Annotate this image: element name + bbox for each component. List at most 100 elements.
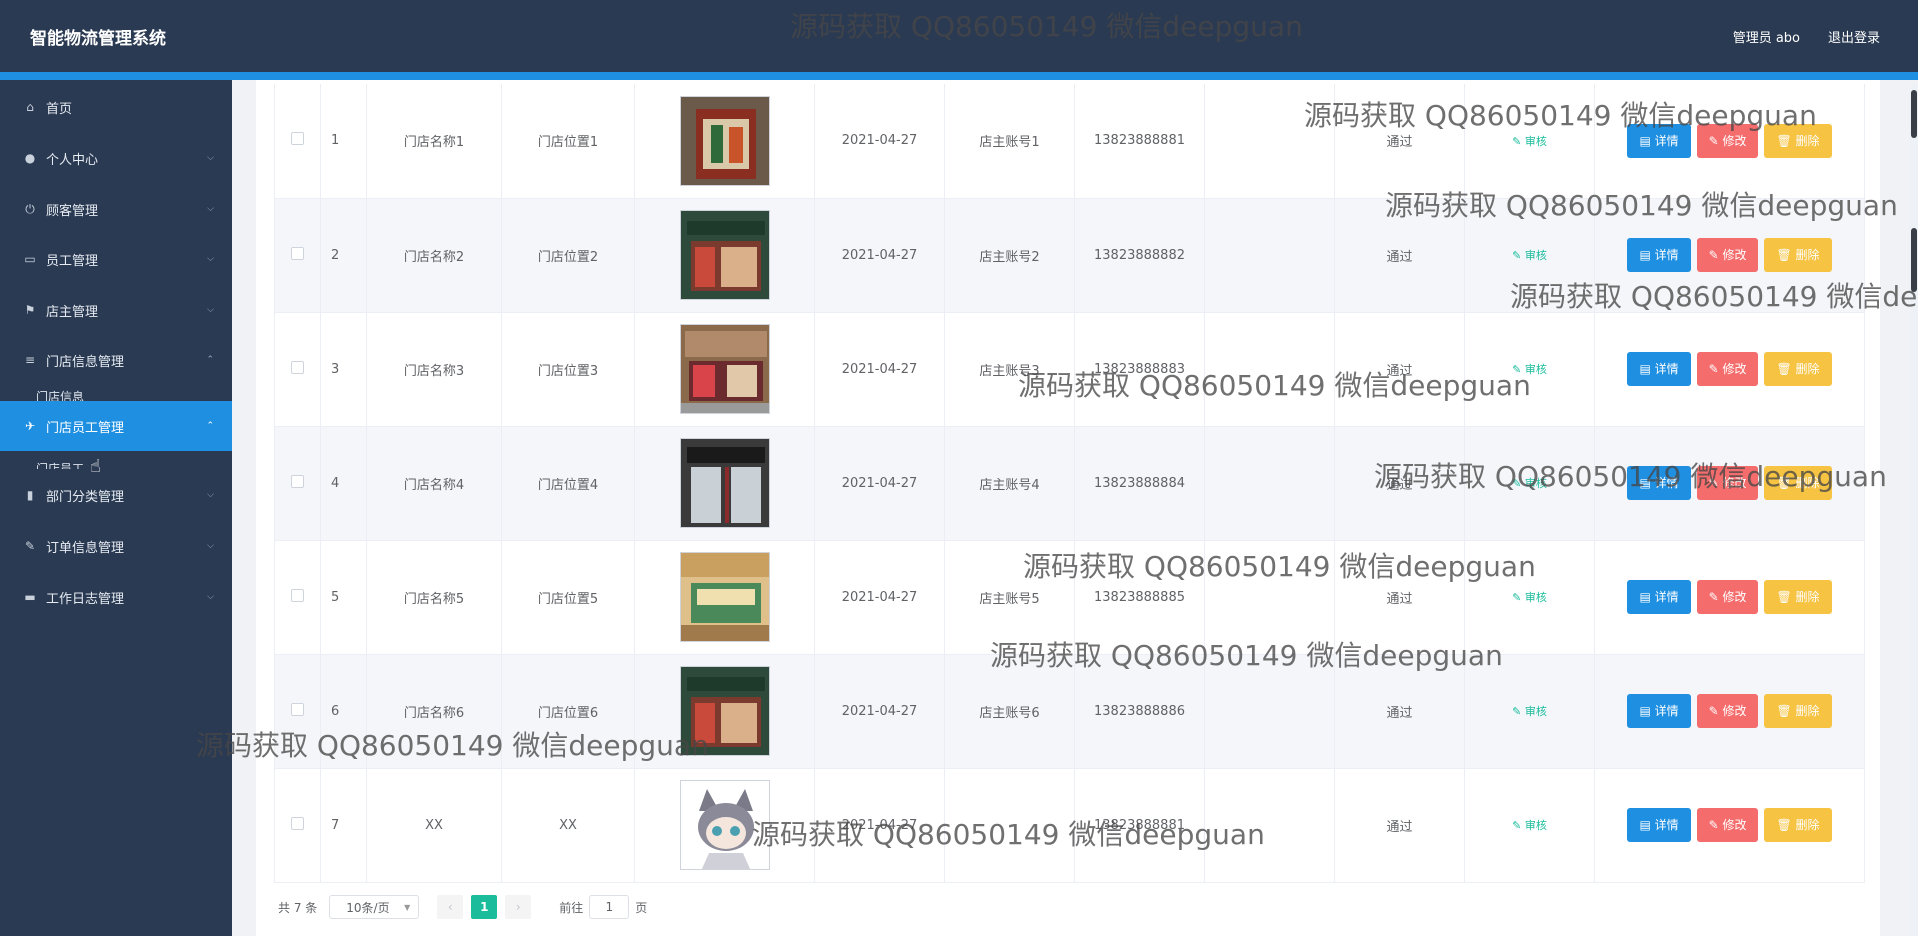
audit-button[interactable]: ✎ 审核 [1512, 363, 1547, 376]
sidebar-subitem-store-staff[interactable]: 门店员工 [36, 460, 84, 469]
detail-button[interactable]: ▤ 详情 [1627, 238, 1691, 272]
logout-button[interactable]: 退出登录 [1828, 27, 1880, 46]
detail-button[interactable]: ▤ 详情 [1627, 466, 1691, 500]
goto-page-input[interactable] [589, 895, 630, 919]
delete-button[interactable]: 🗑 删除 [1764, 238, 1832, 272]
detail-button[interactable]: ▤ 详情 [1627, 123, 1691, 158]
sidebar-item-label: 首页 [46, 101, 73, 117]
owner-account: 店主账号5 [944, 540, 1075, 655]
remark-cell [1204, 198, 1335, 313]
goto-label: 前往 [559, 900, 584, 915]
sidebar-item-store-staff[interactable]: ✈ 门店员工管理 ⌃ [0, 401, 232, 451]
scrollbar-thumb-secondary[interactable] [1911, 228, 1917, 292]
audit-status: 通过 [1334, 426, 1465, 541]
owner-account: 店主账号6 [944, 654, 1075, 769]
delete-button[interactable]: 🗑 删除 [1764, 466, 1832, 500]
edit-button[interactable]: ✎ 修改 [1696, 808, 1759, 842]
store-photo[interactable] [679, 666, 770, 756]
next-page-button[interactable]: › [505, 895, 532, 919]
store-photo[interactable] [679, 780, 770, 870]
row-checkbox[interactable] [291, 246, 304, 260]
delete-button[interactable]: 🗑 删除 [1764, 580, 1832, 614]
row-index: 5 [320, 540, 367, 655]
sidebar-item-departments[interactable]: ▮ 部门分类管理 ⌵ [0, 470, 232, 520]
row-checkbox[interactable] [291, 816, 304, 830]
sidebar-item-worklog[interactable]: ▬ 工作日志管理 ⌵ [0, 572, 232, 622]
sidebar-item-orders[interactable]: ✎ 订单信息管理 ⌵ [0, 521, 232, 571]
store-photo[interactable] [679, 95, 770, 186]
audit-button[interactable]: ✎ 审核 [1512, 591, 1547, 604]
delete-button[interactable]: 🗑 删除 [1764, 352, 1832, 386]
row-checkbox-cell [274, 654, 321, 769]
prev-page-button[interactable]: ‹ [437, 895, 464, 919]
store-photo[interactable] [679, 210, 770, 300]
sidebar-item-profile[interactable]: ● 个人中心 ⌵ [0, 133, 232, 183]
sidebar-item-home[interactable]: ⌂ 首页 [0, 82, 232, 132]
row-index: 6 [320, 654, 367, 769]
store-location: 门店位置3 [501, 312, 635, 427]
actions-cell: ▤ 详情 ✎ 修改 🗑 删除 [1594, 768, 1865, 883]
store-location: 门店位置6 [501, 654, 635, 769]
table-row: 7 XX XX 2021-04-27 13823888881 通过 ✎ 审核 ▤ 详情 ✎ 修改… [274, 768, 1865, 883]
edit-button[interactable]: ✎ 修改 [1696, 580, 1759, 614]
store-name: XX [366, 768, 502, 883]
audit-button[interactable]: ✎ 审核 [1512, 477, 1547, 490]
remark-cell [1204, 84, 1335, 199]
scrollbar[interactable] [1910, 84, 1918, 936]
store-photo-cell [634, 198, 815, 313]
bar-chart-icon: ▮ [26, 488, 34, 502]
audit-status: 通过 [1334, 312, 1465, 427]
remark-cell [1204, 540, 1335, 655]
audit-cell: ✎ 审核 [1464, 540, 1595, 655]
delete-button[interactable]: 🗑 删除 [1764, 694, 1832, 728]
table-row: 5 门店名称5 门店位置5 2021-04-27 店主账号5 13823888885 通过 ✎… [274, 540, 1865, 655]
edit-button[interactable]: ✎ 修改 [1696, 238, 1759, 272]
edit-button[interactable]: ✎ 修改 [1696, 466, 1759, 500]
created-date: 2021-04-27 [814, 768, 945, 883]
store-photo[interactable] [679, 324, 770, 414]
store-photo[interactable] [679, 438, 770, 528]
edit-button[interactable]: ✎ 修改 [1696, 123, 1759, 158]
sidebar-item-customers[interactable]: ⏻ 顾客管理 ⌵ [0, 184, 232, 234]
detail-button[interactable]: ▤ 详情 [1627, 352, 1691, 386]
store-photo-image [680, 211, 769, 299]
flag-icon: ⚑ [24, 303, 36, 317]
table-row: 4 门店名称4 门店位置4 2021-04-27 店主账号4 13823888884 通过 ✎… [274, 426, 1865, 541]
detail-button[interactable]: ▤ 详情 [1627, 694, 1691, 728]
row-checkbox-cell [274, 84, 321, 199]
chevron-down-icon: ▼ [404, 902, 411, 912]
comment-icon: ▬ [24, 590, 36, 604]
sidebar-item-store-info[interactable]: ≡ 门店信息管理 ⌃ [0, 335, 232, 385]
actions-cell: ▤ 详情 ✎ 修改 🗑 删除 [1594, 312, 1865, 427]
page-size-select[interactable]: 10条/页 ▼ [329, 895, 420, 919]
audit-button[interactable]: ✎ 审核 [1512, 705, 1547, 718]
current-page[interactable]: 1 [471, 895, 498, 919]
created-date: 2021-04-27 [814, 84, 945, 199]
audit-button[interactable]: ✎ 审核 [1512, 249, 1547, 262]
store-photo-cell [634, 768, 815, 883]
store-photo-image [680, 439, 769, 527]
audit-button[interactable]: ✎ 审核 [1512, 819, 1547, 832]
list-icon: ≡ [24, 353, 36, 367]
edit-button[interactable]: ✎ 修改 [1696, 352, 1759, 386]
chevron-down-icon: ⌵ [207, 305, 214, 315]
sidebar-item-owners[interactable]: ⚑ 店主管理 ⌵ [0, 285, 232, 335]
detail-button[interactable]: ▤ 详情 [1627, 808, 1691, 842]
audit-button[interactable]: ✎ 审核 [1512, 135, 1547, 148]
store-photo[interactable] [679, 552, 770, 642]
delete-button[interactable]: 🗑 删除 [1764, 123, 1832, 158]
scrollbar-thumb[interactable] [1911, 90, 1917, 138]
row-checkbox[interactable] [291, 360, 304, 374]
pagination: 共 7 条 10条/页 ▼ ‹ 1 › 前往 页 [278, 894, 647, 920]
row-checkbox[interactable] [291, 588, 304, 602]
row-checkbox[interactable] [291, 702, 304, 716]
chevron-up-icon: ⌃ [206, 421, 214, 431]
owner-phone: 13823888883 [1074, 312, 1205, 427]
detail-button[interactable]: ▤ 详情 [1627, 580, 1691, 614]
row-checkbox[interactable] [291, 474, 304, 488]
row-checkbox[interactable] [291, 132, 304, 146]
sidebar-item-employees[interactable]: ▭ 员工管理 ⌵ [0, 234, 232, 284]
delete-button[interactable]: 🗑 删除 [1764, 808, 1832, 842]
edit-button[interactable]: ✎ 修改 [1696, 694, 1759, 728]
owner-account: 店主账号2 [944, 198, 1075, 313]
